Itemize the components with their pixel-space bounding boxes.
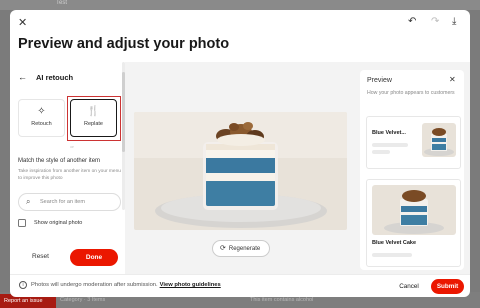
background-page-top: Test: [0, 0, 480, 10]
done-button[interactable]: Done: [70, 249, 118, 266]
match-style-subtitle: Take inspiration from another item on yo…: [18, 169, 121, 181]
preview-panel: Preview ✕ How your photo appears to cust…: [355, 62, 470, 274]
reset-button[interactable]: Reset: [32, 253, 49, 260]
dessert-photo: [134, 112, 347, 230]
regenerate-label: Regenerate: [228, 246, 261, 252]
search-icon: ⌕: [26, 197, 31, 206]
background-tab-label: Test: [56, 0, 68, 6]
notice-text: Photos will undergo moderation after sub…: [31, 282, 158, 288]
preview-item-name: Blue Velvet Cake: [372, 240, 417, 246]
retouch-button[interactable]: ✧ Retouch: [18, 99, 65, 137]
regenerate-button[interactable]: ⟳ Regenerate: [212, 240, 270, 257]
background-category-text: Category · 3 Items: [60, 297, 106, 303]
preview-subtitle: How your photo appears to customers: [367, 90, 455, 96]
retouch-label: Retouch: [31, 121, 52, 127]
background-alcohol-text: This item contains alcohol: [250, 297, 314, 303]
download-icon[interactable]: ⤓: [452, 16, 456, 27]
preview-thumbnail: [422, 123, 456, 157]
preview-item-name: Blue Velvet...: [372, 130, 406, 136]
undo-icon[interactable]: ↶: [408, 16, 416, 27]
preview-card: Preview ✕ How your photo appears to cust…: [360, 70, 464, 270]
redo-icon[interactable]: ↷: [431, 16, 439, 27]
placeholder-line: [372, 143, 408, 147]
back-arrow-icon[interactable]: ←: [18, 72, 27, 82]
ai-retouch-panel: ← AI retouch ✧ Retouch 🍴 Replate or Matc…: [10, 62, 125, 267]
show-original-checkbox[interactable]: [18, 219, 26, 227]
preview-list-card: Blue Velvet...: [366, 116, 461, 169]
modal-title: Preview and adjust your photo: [18, 36, 230, 52]
modal-footer: i Photos will undergo moderation after s…: [10, 274, 470, 297]
preview-title: Preview: [367, 77, 392, 84]
preview-large-thumbnail: [372, 185, 456, 235]
panel-title: AI retouch: [36, 73, 74, 82]
replate-button[interactable]: 🍴 Replate: [70, 99, 117, 137]
search-placeholder: Search for an item: [40, 199, 85, 205]
moderation-notice: Photos will undergo moderation after sub…: [31, 282, 221, 288]
placeholder-line: [372, 253, 412, 257]
match-style-title: Match the style of another item: [18, 158, 101, 164]
info-icon: i: [19, 281, 27, 289]
preview-grid-card: Blue Velvet Cake: [366, 179, 461, 267]
replate-label: Replate: [84, 121, 103, 127]
submit-button[interactable]: Submit: [431, 279, 464, 294]
photo-guidelines-link[interactable]: View photo guidelines: [160, 282, 221, 288]
cancel-button[interactable]: Cancel: [390, 279, 428, 294]
close-preview-icon[interactable]: ✕: [449, 75, 456, 84]
or-separator: or: [70, 144, 74, 149]
search-item-input[interactable]: ⌕ Search for an item: [18, 193, 121, 211]
close-icon[interactable]: ✕: [18, 16, 27, 29]
photo-canvas: ⟳ Regenerate: [125, 62, 355, 274]
sparkle-icon: ✧: [37, 106, 46, 117]
photo-editor-modal: ✕ ↶ ↷ ⤓ Preview and adjust your photo ← …: [10, 10, 470, 297]
utensils-icon: 🍴: [87, 106, 100, 117]
show-original-label: Show original photo: [34, 220, 83, 226]
refresh-icon: ⟳: [220, 245, 226, 252]
placeholder-line: [372, 150, 390, 154]
